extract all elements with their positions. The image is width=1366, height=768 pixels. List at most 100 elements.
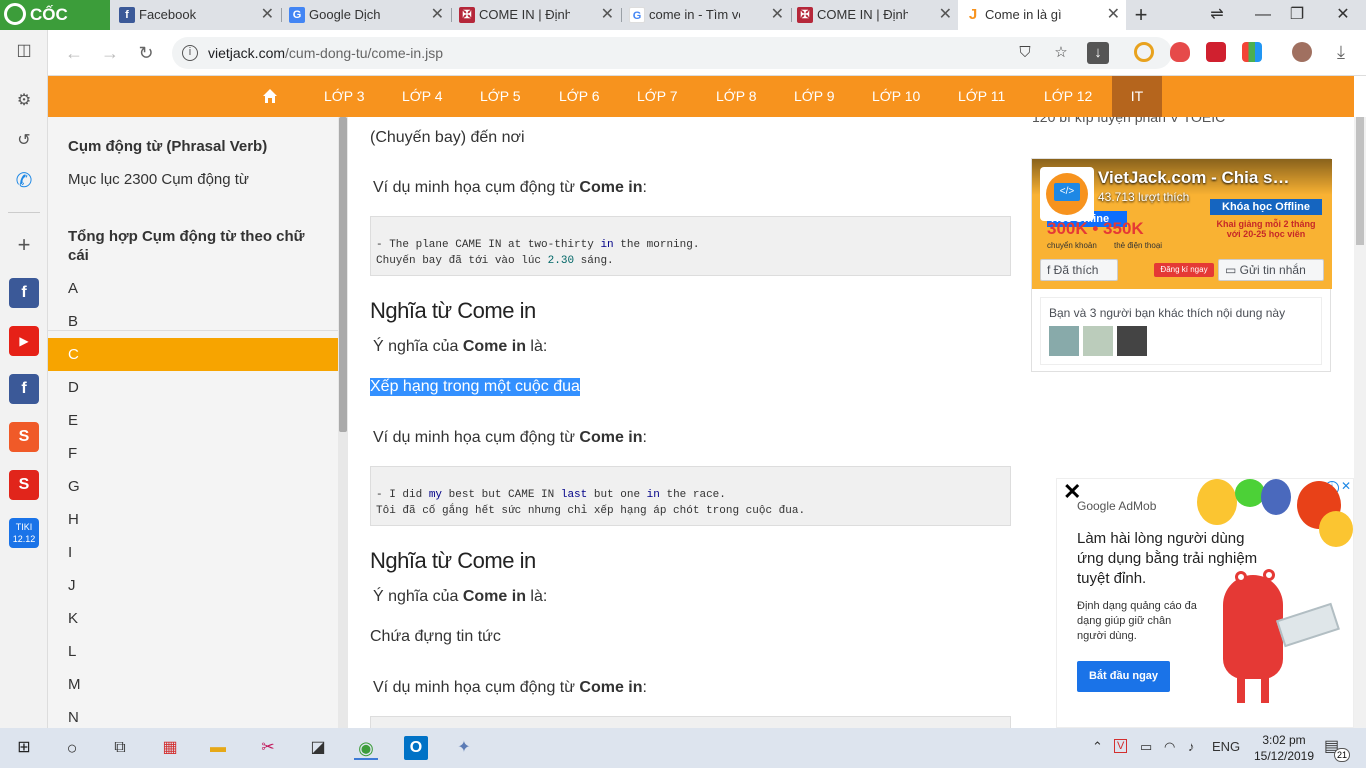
sidebar-letter-g[interactable]: G: [48, 470, 338, 503]
sidebar-toc-link[interactable]: Mục lục 2300 Cụm động từ: [68, 171, 249, 188]
sidebar-scrollbar[interactable]: [338, 117, 348, 728]
sendo-shortcut-icon[interactable]: S: [9, 470, 39, 500]
fb-page-name[interactable]: VietJack.com - Chia s…: [1098, 168, 1290, 188]
maximize-icon[interactable]: ❐: [1282, 0, 1312, 30]
friend-avatar[interactable]: [1083, 326, 1113, 356]
profile-avatar-icon[interactable]: [1292, 42, 1312, 62]
close-tab-icon[interactable]: ✕: [771, 0, 784, 30]
shopee-shortcut-icon[interactable]: S: [9, 422, 39, 452]
nav-lop-10[interactable]: LỚP 10: [872, 76, 920, 117]
close-tab-icon[interactable]: ✕: [601, 0, 614, 30]
tab-search-icon[interactable]: ⇌: [1202, 0, 1232, 30]
wifi-icon[interactable]: ◠: [1164, 739, 1175, 755]
close-tab-icon[interactable]: ✕: [261, 0, 274, 30]
url-bar[interactable]: i vietjack.com/cum-dong-tu/come-in.jsp ⛉…: [172, 37, 1172, 69]
sidebar-letter-a[interactable]: A: [48, 272, 338, 305]
friend-avatar[interactable]: [1117, 326, 1147, 356]
file-explorer-icon[interactable]: ▬: [206, 736, 230, 760]
sidebar-letter-h[interactable]: H: [48, 503, 338, 536]
nav-lop-8[interactable]: LỚP 8: [716, 76, 757, 117]
sidebar-letter-m[interactable]: M: [48, 668, 338, 701]
facebook-shortcut-icon[interactable]: f: [9, 278, 39, 308]
snipping-tool-icon[interactable]: ✂: [256, 736, 280, 760]
windows-start-icon[interactable]: ⊞: [12, 736, 36, 760]
tab-vietjack-active[interactable]: J Come in là gì ✕: [958, 0, 1126, 30]
friend-avatar[interactable]: [1049, 326, 1079, 356]
tiki-shortcut-icon[interactable]: TIKI 12.12: [9, 518, 39, 548]
outlook-icon[interactable]: O: [404, 736, 428, 760]
settings-gear-icon[interactable]: ⚙: [9, 86, 39, 116]
facebook-shortcut-icon-2[interactable]: f: [9, 374, 39, 404]
paint-app-icon[interactable]: ▦: [158, 736, 182, 760]
nav-lop-4[interactable]: LỚP 4: [402, 76, 443, 117]
unikey-icon[interactable]: V: [1114, 739, 1128, 753]
youtube-shortcut-icon[interactable]: ▶: [9, 326, 39, 356]
nav-lop-9[interactable]: LỚP 9: [794, 76, 835, 117]
nav-lop-3[interactable]: LỚP 3: [324, 76, 365, 117]
add-shortcut-icon[interactable]: +: [9, 230, 39, 260]
sidebar-toggle-icon[interactable]: ◫: [9, 36, 39, 66]
nav-lop-7[interactable]: LỚP 7: [637, 76, 678, 117]
close-tab-icon[interactable]: ✕: [1107, 0, 1120, 30]
nav-lop-12[interactable]: LỚP 12: [1044, 76, 1092, 117]
task-view-icon[interactable]: ⧉: [108, 736, 132, 760]
nav-lop-11[interactable]: LỚP 11: [958, 76, 1005, 117]
close-tab-icon[interactable]: ✕: [939, 0, 952, 30]
new-tab-icon[interactable]: +: [1126, 0, 1156, 30]
reload-icon[interactable]: ↻: [133, 40, 159, 66]
sidebar-letter-d[interactable]: D: [48, 371, 338, 404]
downloads-icon[interactable]: ⤓: [1328, 39, 1354, 65]
sidebar-title-link[interactable]: Cụm động từ (Phrasal Verb): [68, 138, 267, 155]
sidebar-letter-b[interactable]: B: [48, 305, 338, 338]
sidebar-letter-l[interactable]: L: [48, 635, 338, 668]
google-admob-ad[interactable]: ✕ i ✕ Google AdMob Làm hài lòng người dù…: [1056, 478, 1354, 728]
vietjack-page-logo[interactable]: </>: [1040, 167, 1094, 221]
minimize-icon[interactable]: —: [1248, 0, 1278, 30]
site-info-icon[interactable]: i: [182, 45, 198, 61]
sidebar-letter-e[interactable]: E: [48, 404, 338, 437]
toeic-link-partial[interactable]: 120 bí kíp luyện phần V TOEIC: [1032, 117, 1225, 125]
tab-facebook[interactable]: f Facebook ✕: [112, 0, 280, 30]
language-indicator[interactable]: ENG: [1212, 739, 1240, 754]
home-icon[interactable]: [262, 88, 278, 104]
forward-arrow-icon[interactable]: →: [97, 40, 123, 66]
ad-close-x-icon[interactable]: ✕: [1341, 479, 1351, 493]
nav-lop-5[interactable]: LỚP 5: [480, 76, 521, 117]
coccoc-extension-icon[interactable]: [1134, 42, 1154, 62]
volume-icon[interactable]: ♪: [1188, 739, 1195, 754]
red-extension-icon[interactable]: [1206, 42, 1226, 62]
history-icon[interactable]: ↺: [9, 126, 39, 156]
back-arrow-icon[interactable]: ←: [61, 40, 87, 66]
sidebar-letter-f[interactable]: F: [48, 437, 338, 470]
fb-cover-image[interactable]: Học Online 300K • 350K chuyển khoản thẻ …: [1032, 159, 1332, 289]
sidebar-letter-c[interactable]: C: [48, 338, 338, 371]
messenger-icon[interactable]: ✆: [9, 166, 39, 196]
adblock-shield-icon[interactable]: [1170, 42, 1190, 62]
download-page-icon[interactable]: ↓: [1087, 42, 1109, 64]
fb-message-button[interactable]: ▭ Gửi tin nhắn: [1218, 259, 1324, 281]
page-scrollbar[interactable]: [1354, 117, 1366, 728]
close-window-icon[interactable]: ✕: [1328, 0, 1358, 30]
tab-cambridge-2[interactable]: ✠ COME IN | Định nghĩa ✕: [790, 0, 958, 30]
nav-it[interactable]: IT: [1112, 76, 1162, 117]
sidebar-letter-j[interactable]: J: [48, 569, 338, 602]
tray-expand-icon[interactable]: ⌃: [1092, 739, 1103, 755]
nav-lop-6[interactable]: LỚP 6: [559, 76, 600, 117]
fb-liked-button[interactable]: f Đã thích: [1040, 259, 1118, 281]
bookmark-star-icon[interactable]: ☆: [1050, 42, 1072, 64]
app-icon[interactable]: ✦: [452, 736, 476, 760]
coccoc-taskbar-icon[interactable]: ◉: [354, 736, 378, 760]
sidebar-letter-k[interactable]: K: [48, 602, 338, 635]
tab-cambridge-1[interactable]: ✠ COME IN | Định nghĩa ✕: [452, 0, 620, 30]
color-extension-icon[interactable]: [1242, 42, 1262, 62]
search-cortana-icon[interactable]: ○: [60, 736, 84, 760]
page-scroll-thumb[interactable]: [1356, 117, 1364, 245]
sidebar-letter-i[interactable]: I: [48, 536, 338, 569]
close-tab-icon[interactable]: ✕: [431, 0, 444, 30]
tab-google-search[interactable]: G come in - Tìm với Goo ✕: [622, 0, 790, 30]
tab-google-translate[interactable]: G Google Dịch ✕: [282, 0, 450, 30]
sidebar-letter-n[interactable]: N: [48, 701, 338, 728]
shield-icon[interactable]: ⛉: [1014, 42, 1036, 64]
clock[interactable]: 3:02 pm 15/12/2019: [1252, 732, 1316, 764]
battery-icon[interactable]: ▭: [1140, 739, 1152, 755]
